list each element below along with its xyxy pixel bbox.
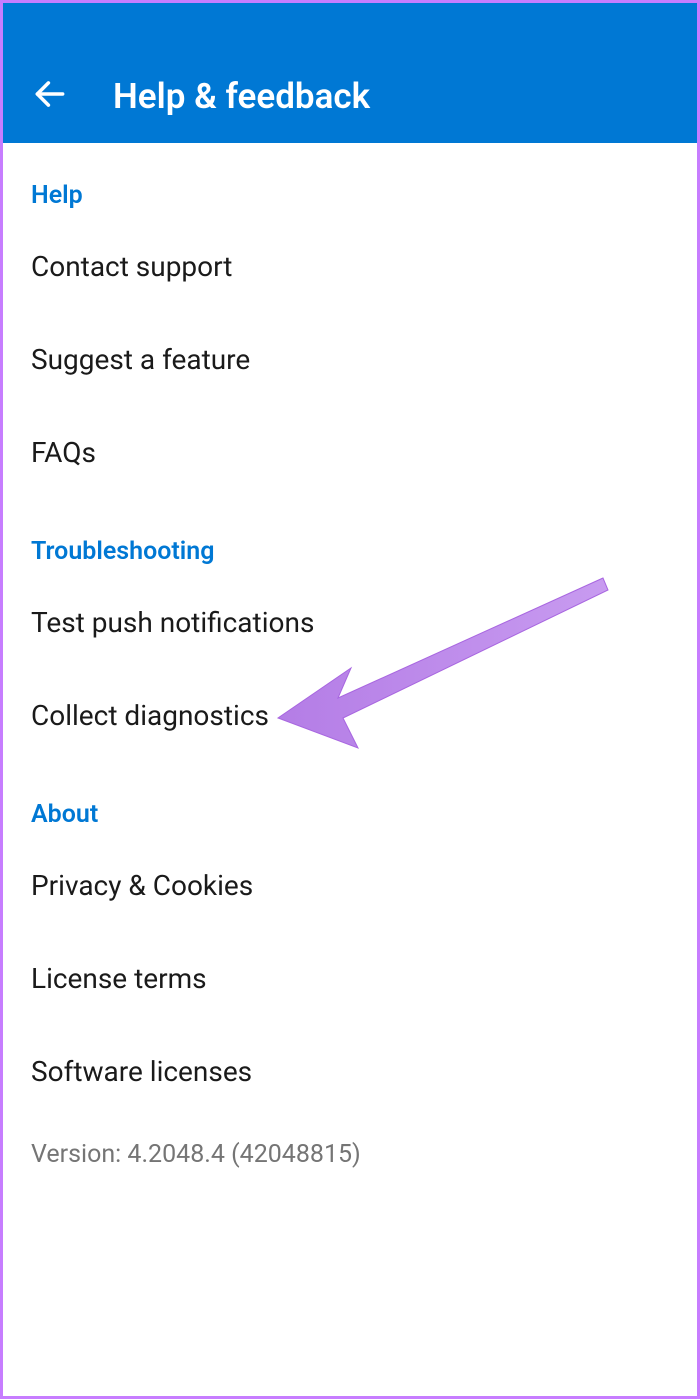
item-software-licenses[interactable]: Software licenses (31, 1025, 669, 1118)
section-header-help: Help (31, 143, 669, 220)
back-arrow-icon[interactable] (31, 75, 69, 113)
version-text: Version: 4.2048.4 (42048815) (31, 1118, 669, 1191)
app-header: Help & feedback (3, 3, 697, 143)
page-title: Help & feedback (113, 76, 370, 117)
section-header-troubleshooting: Troubleshooting (31, 499, 669, 576)
item-suggest-feature[interactable]: Suggest a feature (31, 313, 669, 406)
item-test-push-notifications[interactable]: Test push notifications (31, 576, 669, 669)
item-license-terms[interactable]: License terms (31, 932, 669, 1025)
content-area: Help Contact support Suggest a feature F… (3, 143, 697, 1191)
item-faqs[interactable]: FAQs (31, 406, 669, 499)
item-contact-support[interactable]: Contact support (31, 220, 669, 313)
section-header-about: About (31, 762, 669, 839)
item-privacy-cookies[interactable]: Privacy & Cookies (31, 839, 669, 932)
item-collect-diagnostics[interactable]: Collect diagnostics (31, 669, 669, 762)
